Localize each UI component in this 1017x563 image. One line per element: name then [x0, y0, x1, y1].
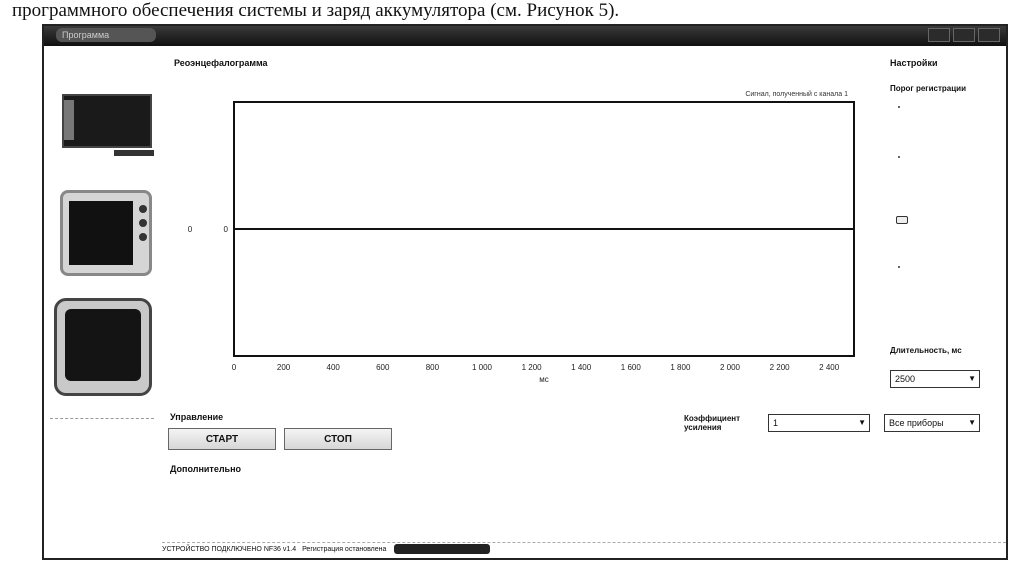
x-tick-label: 2 400: [819, 363, 840, 372]
close-button[interactable]: [978, 28, 1000, 42]
signal-chart: 0 200 400 600 800 1 000 1 200 1 400 1 600 1 800 2 …: [174, 84, 874, 384]
oscillogram-label: Реоэнцефалограмма: [174, 58, 268, 68]
y-axis-label: 0: [188, 225, 193, 234]
device-filter-select[interactable]: Все приборы ▼: [884, 414, 980, 432]
x-tick-label: 2 000: [720, 363, 741, 372]
device-selected-icon[interactable]: [54, 298, 152, 396]
maximize-button[interactable]: [953, 28, 975, 42]
x-tick-label: 800: [426, 363, 440, 372]
additional-label: Дополнительно: [170, 464, 242, 474]
legend-entry: Сигнал, полученный с канала 1: [745, 90, 848, 98]
x-tick-label: 1 000: [472, 363, 493, 372]
device-monitor-icon[interactable]: [60, 190, 152, 276]
signal-chart-svg: 0 200 400 600 800 1 000 1 200 1 400 1 600 1 800 2 …: [188, 90, 855, 384]
device-sidebar: [50, 66, 154, 419]
x-tick-label: 200: [277, 363, 291, 372]
chevron-down-icon: ▼: [968, 374, 976, 383]
gain-select[interactable]: 1 ▼: [768, 414, 870, 432]
x-tick-label: 400: [327, 363, 341, 372]
device-filter-value: Все приборы: [889, 418, 944, 428]
duration-label: Длительность, мс: [890, 346, 962, 355]
sidebar-divider: [50, 418, 154, 419]
gain-select-value: 1: [773, 418, 779, 428]
status-bar: УСТРОЙСТВО ПОДКЛЮЧЕНО NF36 v1.4 Регистра…: [162, 542, 1006, 557]
y-tick-label: 0: [224, 225, 229, 234]
settings-label: Настройки: [890, 58, 938, 68]
x-tick-label: 1 400: [571, 363, 592, 372]
duration-select-value: 2500: [895, 374, 916, 384]
x-axis-label: мс: [539, 375, 549, 384]
document-caption: программного обеспечения системы и заряд…: [12, 0, 620, 21]
device-board-icon[interactable]: [56, 86, 154, 156]
chevron-down-icon: ▼: [968, 418, 976, 427]
x-tick-label: 1 200: [522, 363, 543, 372]
title-bar: Программа: [44, 26, 1006, 46]
threshold-label: Порог регистрации: [890, 84, 967, 93]
progress-indicator: [394, 544, 491, 555]
x-tick-label: 0: [232, 363, 237, 372]
chevron-down-icon: ▼: [858, 418, 866, 427]
gain-label: Коэффициент усиления: [684, 414, 741, 432]
threshold-slider[interactable]: [894, 106, 954, 306]
x-tick-label: 1 800: [670, 363, 691, 372]
x-tick-label: 1 600: [621, 363, 642, 372]
window-controls: [928, 28, 1000, 42]
x-tick-label: 2 200: [770, 363, 791, 372]
start-button[interactable]: СТАРТ: [168, 428, 276, 450]
registration-status-text: Регистрация остановлена: [302, 546, 387, 553]
duration-select[interactable]: 2500 ▼: [890, 370, 980, 388]
stop-button[interactable]: СТОП: [284, 428, 392, 450]
threshold-slider-thumb[interactable]: [896, 216, 908, 224]
app-window: Программа Реоэнцефалограмма 0 200 400 600 80…: [42, 24, 1008, 560]
x-tick-label: 600: [376, 363, 390, 372]
minimize-button[interactable]: [928, 28, 950, 42]
device-status-text: УСТРОЙСТВО ПОДКЛЮЧЕНО NF36 v1.4: [162, 546, 297, 553]
window-title: Программа: [56, 28, 156, 42]
control-label: Управление: [170, 412, 224, 422]
